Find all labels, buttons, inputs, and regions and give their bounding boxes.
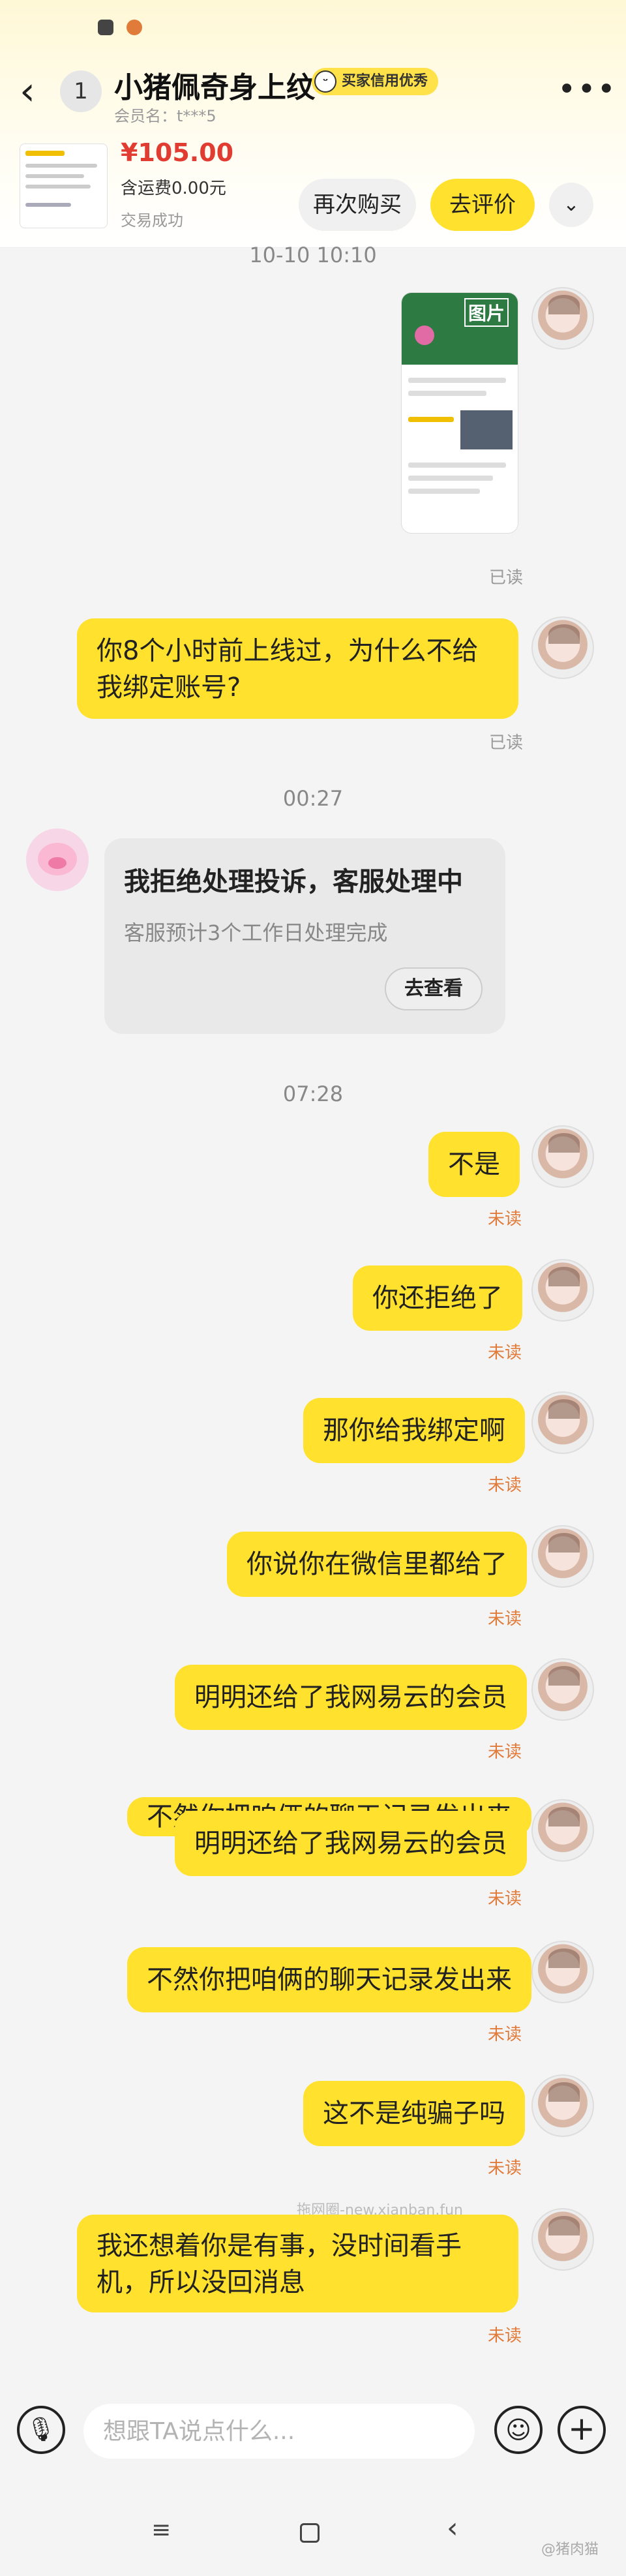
app-notification-icon [98, 20, 113, 35]
complaint-card[interactable]: 我拒绝处理投诉，客服处理中 客服预计3个工作日处理完成 去查看 [104, 838, 505, 1034]
avatar[interactable] [531, 1525, 594, 1588]
card-title: 我拒绝处理投诉，客服处理中 [124, 867, 463, 897]
product-thumbnail[interactable] [20, 144, 108, 228]
image-label: 图片 [464, 298, 509, 327]
avatar[interactable] [531, 2074, 594, 2137]
unread-status: 未读 [488, 1209, 522, 1229]
message-bubble[interactable]: 你说你在微信里都给了 [227, 1532, 527, 1597]
image-decoration [408, 391, 486, 396]
thumb-decoration [25, 164, 97, 168]
card-subtitle: 客服预计3个工作日处理完成 [124, 920, 388, 945]
emoji-icon[interactable]: ☺ [494, 2406, 543, 2454]
system-nav-bar: ≡ ‹ [0, 2492, 626, 2576]
image-message[interactable]: 图片 [401, 292, 518, 534]
unread-status: 未读 [488, 1609, 522, 1629]
rebuy-button[interactable]: 再次购买 [299, 179, 416, 231]
avatar[interactable] [531, 1391, 594, 1454]
thumb-decoration [25, 203, 71, 207]
chat-header: ‹ 1 小猪佩奇身上纹 ᵕ 买家信用优秀 会员名：t***5 ••• ¥105.… [0, 0, 626, 248]
unread-status: 未读 [488, 2326, 522, 2346]
message-input[interactable] [83, 2404, 475, 2459]
avatar[interactable] [531, 287, 594, 350]
unread-status: 未读 [488, 1476, 522, 1495]
credit-badge: ᵕ 买家信用优秀 [312, 68, 439, 95]
thumb-decoration [25, 185, 91, 189]
shipping-fee: 含运费0.00元 [121, 179, 226, 198]
input-bar: 🎙 ☺ + [0, 2381, 626, 2492]
image-decoration [460, 410, 513, 449]
read-status: 已读 [489, 568, 524, 588]
unread-status: 未读 [488, 2159, 522, 2178]
timestamp: 10-10 10:10 [249, 243, 377, 267]
avatar[interactable] [531, 1799, 594, 1862]
avatar[interactable] [531, 2208, 594, 2271]
chevron-left-icon[interactable]: ‹ [20, 68, 59, 114]
home-icon[interactable] [300, 2523, 320, 2543]
view-button[interactable]: 去查看 [385, 967, 483, 1010]
avatar[interactable] [531, 1941, 594, 2003]
avatar[interactable] [531, 616, 594, 679]
app-notification-icon [127, 20, 142, 35]
timestamp: 07:28 [282, 1082, 344, 1106]
image-decoration [408, 462, 506, 468]
menu-icon[interactable]: ≡ [151, 2517, 171, 2543]
pig-nose [48, 857, 67, 869]
avatar[interactable] [26, 828, 89, 891]
credit-badge-label: 买家信用优秀 [342, 73, 428, 89]
member-name: 会员名：t***5 [114, 107, 216, 125]
timestamp: 00:27 [282, 786, 344, 811]
read-status: 已读 [489, 733, 524, 753]
order-price: ¥105.00 [121, 138, 234, 167]
avatar[interactable] [531, 1125, 594, 1188]
chevron-down-icon[interactable]: ⌄ [549, 183, 593, 227]
message-bubble[interactable]: 我还想着你是有事，没时间看手机，所以没回消息 [77, 2215, 518, 2312]
message-bubble[interactable]: 不是 [428, 1132, 520, 1197]
thumb-decoration [25, 151, 65, 156]
smile-icon: ᵕ [314, 70, 336, 93]
status-bar-icons [98, 20, 142, 35]
message-bubble[interactable]: 这不是纯骗子吗 [303, 2081, 525, 2146]
image-decoration [408, 476, 493, 481]
message-bubble[interactable]: 那你给我绑定啊 [303, 1398, 525, 1463]
message-bubble[interactable]: 你8个小时前上线过，为什么不给我绑定账号? [77, 618, 518, 719]
image-decoration [408, 489, 480, 494]
back-icon[interactable]: ‹ [447, 2511, 458, 2545]
plus-icon[interactable]: + [558, 2406, 606, 2454]
unread-status: 未读 [488, 2025, 522, 2044]
review-button[interactable]: 去评价 [430, 179, 535, 231]
image-decoration [408, 417, 454, 422]
unread-count-badge[interactable]: 1 [60, 70, 102, 112]
footer-watermark: @猪肉猫 [541, 2541, 599, 2558]
more-dots-icon[interactable]: ••• [558, 73, 617, 106]
unread-status: 未读 [488, 1889, 522, 1909]
avatar[interactable] [531, 1259, 594, 1322]
image-decoration [415, 326, 434, 345]
unread-status: 未读 [488, 1343, 522, 1363]
thumb-decoration [25, 174, 84, 178]
message-bubble[interactable]: 明明还给了我网易云的会员 [175, 1665, 527, 1730]
message-bubble[interactable]: 你还拒绝了 [353, 1265, 522, 1331]
image-decoration [408, 378, 506, 383]
message-bubble[interactable]: 明明还给了我网易云的会员 [175, 1811, 527, 1876]
microphone-icon[interactable]: 🎙 [17, 2406, 65, 2454]
trade-status: 交易成功 [121, 211, 183, 230]
message-bubble[interactable]: 不然你把咱俩的聊天记录发出来 [127, 1947, 531, 2012]
unread-status: 未读 [488, 1742, 522, 1762]
avatar[interactable] [531, 1658, 594, 1721]
page-title: 小猪佩奇身上纹 [114, 71, 315, 104]
